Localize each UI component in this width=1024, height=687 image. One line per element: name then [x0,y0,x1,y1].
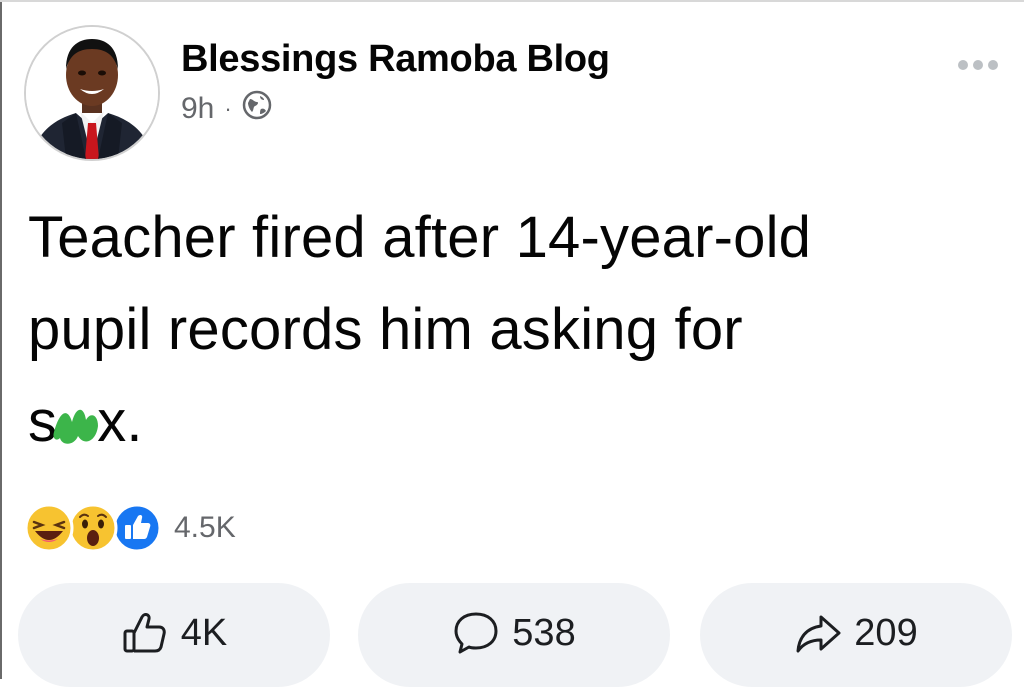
more-dot [958,60,968,70]
comment-button[interactable]: 538 [358,583,670,687]
post-text-line: pupil records him asking for [28,297,743,362]
more-dot [973,60,983,70]
avatar[interactable] [24,25,160,161]
share-arrow-icon [794,609,842,667]
meta-separator: · [224,96,232,121]
post-text: Teacher fired after 14-year-old pupil re… [28,192,988,468]
avatar-photo [26,27,158,159]
more-dot [988,60,998,70]
comment-bubble-icon [452,609,500,667]
window-top-border [0,0,1024,2]
post-text-line-censored: s x. [28,376,988,468]
like-button[interactable]: 4K [18,583,330,687]
reactions-summary[interactable]: 4.5K [24,503,236,553]
share-button[interactable]: 209 [700,583,1012,687]
like-count: 4K [180,612,228,654]
like-reaction-icon [112,503,162,553]
reaction-count: 4.5K [174,511,236,544]
laughing-emoji-icon [24,503,74,553]
wow-emoji-icon [68,503,118,553]
post-meta: 9h · [181,90,272,128]
censored-word-end: x. [97,389,143,454]
censor-scribble-icon [53,409,98,444]
more-options-button[interactable] [958,60,998,70]
author-name[interactable]: Blessings Ramoba Blog [181,38,610,81]
post-text-line: Teacher fired after 14-year-old [28,205,812,270]
globe-icon[interactable] [242,90,272,128]
share-count: 209 [854,612,918,654]
window-left-border [0,0,2,679]
comment-count: 538 [512,612,576,654]
thumbs-up-icon [121,609,169,667]
censored-word: s x. [28,376,143,468]
post-time[interactable]: 9h [181,92,214,126]
